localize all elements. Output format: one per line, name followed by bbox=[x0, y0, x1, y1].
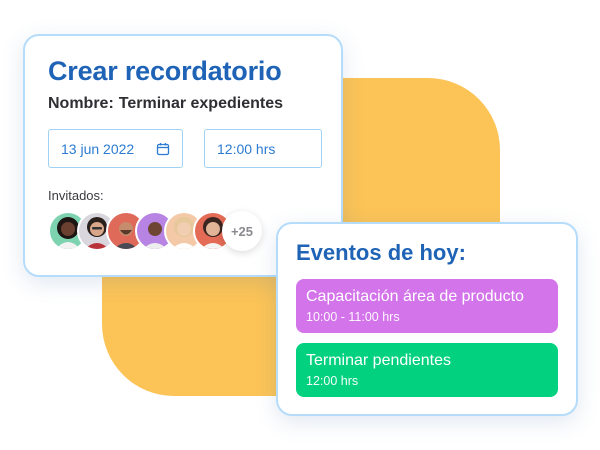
event-item[interactable]: Capacitación área de producto 10:00 - 11… bbox=[296, 279, 558, 333]
reminder-name: Nombre: Terminar expedientes bbox=[48, 95, 283, 113]
time-field[interactable]: 12:00 hrs bbox=[204, 129, 322, 168]
reminder-name-value: Terminar expedientes bbox=[118, 95, 283, 112]
guests-label: Invitados: bbox=[48, 188, 104, 203]
event-name: Terminar pendientes bbox=[306, 352, 451, 369]
calendar-icon[interactable] bbox=[156, 142, 170, 156]
date-field[interactable]: 13 jun 2022 bbox=[48, 129, 183, 168]
event-time: 12:00 hrs bbox=[306, 374, 359, 388]
date-value: 13 jun 2022 bbox=[61, 140, 135, 157]
more-guests-badge[interactable]: +25 bbox=[222, 211, 262, 251]
time-value: 12:00 hrs bbox=[217, 140, 276, 157]
event-item[interactable]: Terminar pendientes 12:00 hrs bbox=[296, 343, 558, 397]
event-time: 10:00 - 11:00 hrs bbox=[306, 310, 400, 324]
event-name: Capacitación área de producto bbox=[306, 288, 524, 305]
events-title: Eventos de hoy: bbox=[296, 240, 466, 265]
reminder-name-label: Nombre: bbox=[48, 95, 114, 112]
todays-events-card: Eventos de hoy: Capacitación área de pro… bbox=[276, 222, 578, 416]
reminder-title: Crear recordatorio bbox=[48, 56, 282, 86]
